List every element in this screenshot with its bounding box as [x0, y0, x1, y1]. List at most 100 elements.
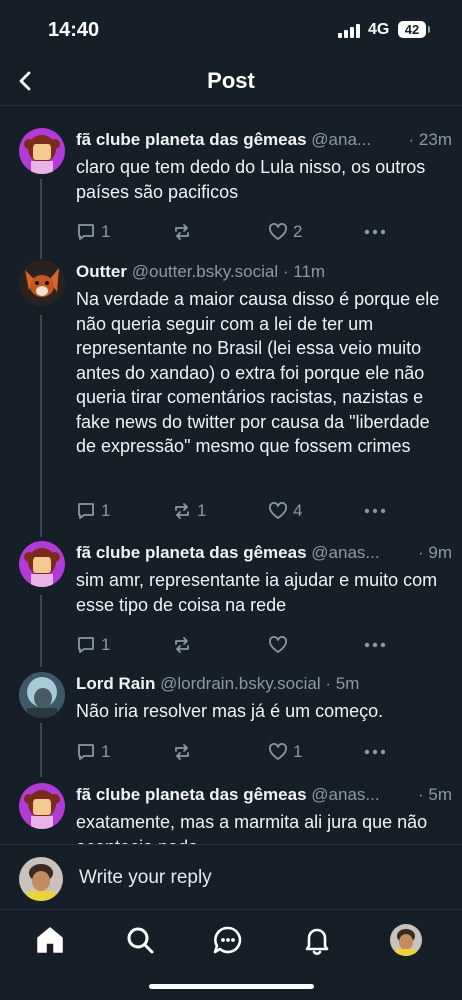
tab-bar	[0, 910, 462, 972]
post-age: · 23m	[406, 130, 452, 150]
page-title: Post	[207, 68, 255, 93]
more-button[interactable]	[364, 501, 386, 521]
post-header-line: fã clube planeta das gêmeas @anas... · 9…	[76, 543, 452, 567]
my-avatar	[19, 857, 63, 901]
like-button[interactable]: 4	[268, 501, 302, 521]
heart-icon	[269, 223, 287, 240]
reply-count: 1	[101, 222, 111, 241]
author-handle[interactable]: @anas...	[311, 785, 379, 804]
author-name[interactable]: fã clube planeta das gêmeas	[76, 785, 307, 804]
tab-search[interactable]	[124, 924, 156, 956]
repost-icon	[175, 224, 189, 240]
post-text: Não iria resolver mas já é um começo.	[76, 701, 384, 721]
repost-button[interactable]	[172, 222, 197, 242]
more-button[interactable]	[364, 635, 386, 655]
signal-icon	[338, 24, 360, 38]
profile-avatar-icon	[390, 924, 422, 956]
reply-button[interactable]: 1	[76, 222, 110, 242]
thread-line	[40, 315, 42, 537]
more-icon	[364, 642, 386, 648]
more-icon	[364, 508, 386, 514]
search-icon	[127, 927, 154, 954]
tab-chat[interactable]	[212, 924, 244, 956]
author-handle[interactable]: @anas...	[311, 543, 379, 562]
tab-home[interactable]	[34, 924, 66, 956]
author-handle[interactable]: @ana...	[311, 130, 371, 149]
post-header-line: Lord Rain @lordrain.bsky.social · 5m	[76, 674, 452, 698]
author-name[interactable]: Lord Rain	[76, 674, 155, 693]
author-name[interactable]: fã clube planeta das gêmeas	[76, 543, 307, 562]
post-actions: 1 1 4	[76, 501, 396, 525]
post-age: · 9m	[416, 543, 452, 563]
avatar[interactable]	[19, 783, 65, 829]
reply-count: 1	[101, 635, 111, 654]
post-header-line: fã clube planeta das gêmeas @anas... · 5…	[76, 785, 452, 809]
author-name[interactable]: fã clube planeta das gêmeas	[76, 130, 307, 149]
tab-notifications[interactable]	[301, 924, 333, 956]
post-header-line: fã clube planeta das gêmeas @ana... · 23…	[76, 130, 452, 154]
thread-line	[40, 179, 42, 259]
heart-icon	[269, 502, 287, 519]
repost-icon	[175, 637, 189, 653]
avatar[interactable]	[19, 260, 65, 306]
author-name[interactable]: Outter	[76, 262, 127, 281]
home-indicator[interactable]	[149, 984, 314, 989]
reply-count: 1	[101, 742, 111, 761]
post-text: sim amr, representante ia ajudar e muito…	[76, 570, 438, 615]
home-icon	[37, 927, 63, 953]
avatar[interactable]	[19, 541, 65, 587]
like-button[interactable]: 2	[268, 222, 302, 242]
thread-line	[40, 595, 42, 667]
thread-line	[40, 723, 42, 777]
more-button[interactable]	[364, 222, 386, 242]
battery-icon: 42	[398, 21, 430, 38]
post-text: claro que tem dedo do Lula nisso, os out…	[76, 157, 426, 202]
repost-icon	[175, 744, 189, 760]
post-header: Post	[0, 60, 462, 106]
like-button[interactable]	[268, 635, 293, 655]
author-handle[interactable]: @outter.bsky.social	[132, 262, 278, 281]
avatar[interactable]	[19, 672, 65, 718]
post-text: exatamente, mas a marmita ali jura que n…	[76, 812, 428, 844]
author-handle[interactable]: @lordrain.bsky.social	[160, 674, 321, 693]
post-text: Na verdade a maior causa disso é porque …	[76, 289, 440, 456]
post-header-line: Outter @outter.bsky.social · 11m	[76, 262, 452, 286]
like-count: 1	[293, 742, 303, 761]
thread-feed[interactable]: fã clube planeta das gêmeas @ana... · 23…	[0, 107, 462, 844]
post-actions: 1 2	[76, 222, 396, 246]
post-actions: 1 1	[76, 742, 396, 766]
reply-button[interactable]: 1	[76, 742, 110, 762]
reply-icon	[78, 503, 94, 519]
chat-icon	[213, 926, 242, 954]
more-icon	[364, 749, 386, 755]
reply-icon	[78, 224, 94, 240]
post-age: · 11m	[282, 262, 326, 281]
network-type: 4G	[368, 21, 390, 38]
repost-icon	[175, 503, 189, 519]
status-bar: 14:40 4G 42	[0, 0, 462, 60]
avatar[interactable]	[19, 128, 65, 174]
bell-icon	[305, 928, 329, 955]
heart-icon	[269, 636, 287, 653]
repost-button[interactable]: 1	[172, 501, 206, 521]
reply-button[interactable]: 1	[76, 501, 110, 521]
repost-button[interactable]	[172, 635, 197, 655]
more-icon	[364, 229, 386, 235]
like-count: 2	[293, 222, 303, 241]
post-age: · 5m	[416, 785, 452, 805]
like-button[interactable]: 1	[268, 742, 302, 762]
repost-button[interactable]	[172, 742, 197, 762]
reply-button[interactable]: 1	[76, 635, 110, 655]
reply-input[interactable]: Write your reply	[79, 867, 212, 889]
reply-icon	[78, 637, 94, 653]
reply-count: 1	[101, 501, 111, 520]
like-count: 4	[293, 501, 303, 520]
reply-composer[interactable]: Write your reply	[0, 844, 462, 910]
repost-count: 1	[197, 501, 207, 520]
more-button[interactable]	[364, 742, 386, 762]
heart-icon	[269, 743, 287, 760]
post-actions: 1	[76, 635, 396, 659]
post-age: · 5m	[325, 674, 360, 693]
tab-profile[interactable]	[390, 924, 422, 956]
status-time: 14:40	[48, 19, 100, 41]
